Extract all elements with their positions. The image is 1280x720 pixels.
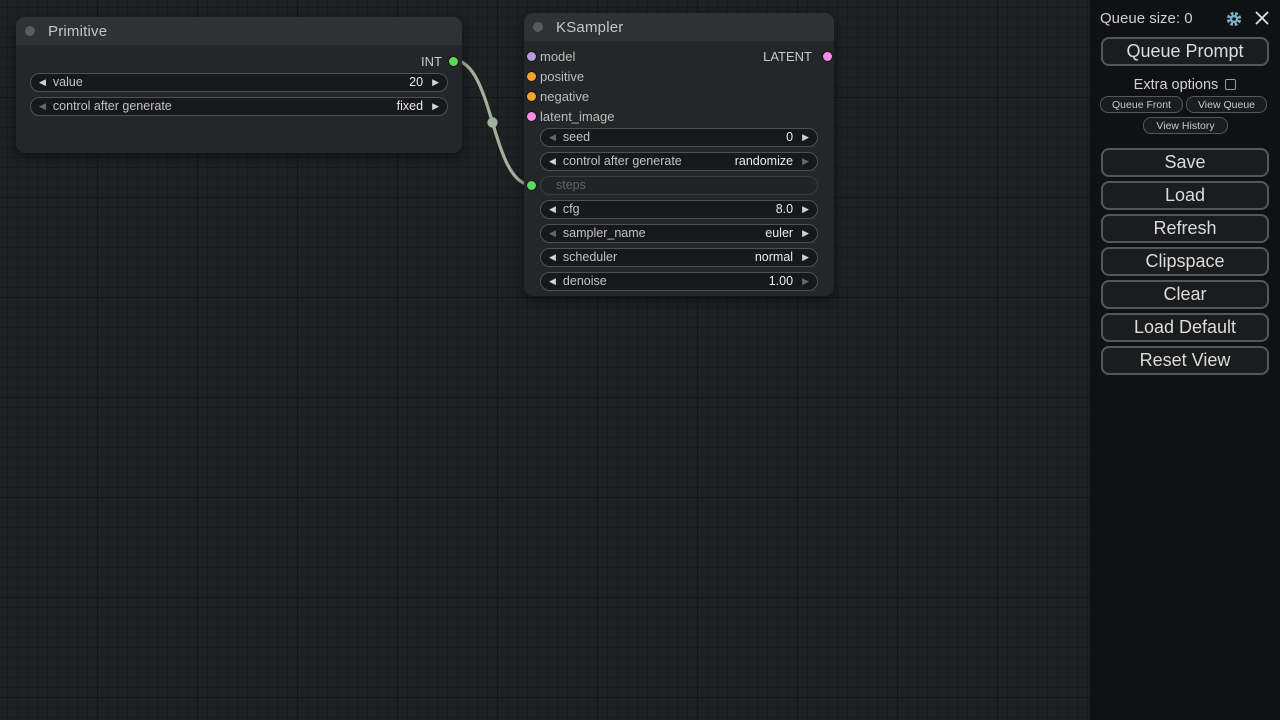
input-slot-steps[interactable]: [527, 181, 536, 190]
input-slot-model[interactable]: [527, 52, 536, 61]
output-slot-int[interactable]: [449, 57, 458, 66]
increment-arrow-icon[interactable]: ▶: [802, 157, 809, 166]
link-wire: [454, 60, 531, 185]
save-button[interactable]: Save: [1101, 148, 1269, 177]
widget-value-text: 0: [786, 130, 793, 144]
decrement-arrow-icon[interactable]: ◀: [549, 205, 556, 214]
increment-arrow-icon[interactable]: ▶: [802, 277, 809, 286]
decrement-arrow-icon[interactable]: ◀: [39, 78, 46, 87]
widget-label: scheduler: [563, 250, 755, 264]
widget-value-text: 1.00: [769, 274, 793, 288]
node-title: KSampler: [556, 19, 623, 36]
collapse-dot-icon[interactable]: [533, 22, 543, 32]
extra-options-checkbox[interactable]: [1225, 79, 1236, 90]
input-label: model: [540, 50, 575, 63]
input-slot-latent-image[interactable]: [527, 112, 536, 121]
input-label: positive: [540, 70, 584, 83]
queue-size-label: Queue size: 0: [1100, 10, 1193, 27]
widget-label: seed: [563, 130, 786, 144]
view-queue-button[interactable]: View Queue: [1186, 96, 1267, 113]
increment-arrow-icon[interactable]: ▶: [432, 78, 439, 87]
collapse-dot-icon[interactable]: [25, 26, 35, 36]
widget-sampler-name[interactable]: ◀ sampler_name euler ▶: [540, 224, 818, 243]
widget-value-text: 8.0: [776, 202, 793, 216]
widget-value-text: randomize: [735, 154, 793, 168]
widget-value-text: normal: [755, 250, 793, 264]
load-button[interactable]: Load: [1101, 181, 1269, 210]
extra-options-label: Extra options: [1134, 77, 1219, 93]
node-ksampler[interactable]: KSampler model positive negative latent_…: [524, 13, 834, 296]
increment-arrow-icon[interactable]: ▶: [802, 229, 809, 238]
output-label: LATENT: [742, 50, 812, 63]
widget-cfg[interactable]: ◀ cfg 8.0 ▶: [540, 200, 818, 219]
node-primitive-titlebar[interactable]: Primitive: [16, 17, 462, 45]
widget-scheduler[interactable]: ◀ scheduler normal ▶: [540, 248, 818, 267]
widget-value-text: fixed: [397, 99, 423, 113]
widget-label: denoise: [563, 274, 769, 288]
widget-label: sampler_name: [563, 226, 765, 240]
node-title: Primitive: [48, 23, 107, 40]
clear-button[interactable]: Clear: [1101, 280, 1269, 309]
decrement-arrow-icon[interactable]: ◀: [549, 229, 556, 238]
increment-arrow-icon[interactable]: ▶: [432, 102, 439, 111]
input-slot-negative[interactable]: [527, 92, 536, 101]
widget-label: steps: [556, 178, 809, 192]
decrement-arrow-icon[interactable]: ◀: [549, 253, 556, 262]
widget-value-text: 20: [409, 75, 423, 89]
increment-arrow-icon[interactable]: ▶: [802, 133, 809, 142]
node-primitive[interactable]: Primitive INT ◀ value 20 ▶ ◀ control aft…: [16, 17, 462, 153]
widget-denoise[interactable]: ◀ denoise 1.00 ▶: [540, 272, 818, 291]
decrement-arrow-icon[interactable]: ◀: [549, 157, 556, 166]
clipspace-button[interactable]: Clipspace: [1101, 247, 1269, 276]
input-slot-positive[interactable]: [527, 72, 536, 81]
widget-value[interactable]: ◀ value 20 ▶: [30, 73, 448, 92]
input-label: negative: [540, 90, 589, 103]
queue-prompt-button[interactable]: Queue Prompt: [1101, 37, 1269, 66]
widget-label: control after generate: [53, 99, 397, 113]
widget-steps-disabled: steps: [540, 176, 818, 195]
close-icon[interactable]: [1253, 9, 1271, 27]
decrement-arrow-icon[interactable]: ◀: [549, 277, 556, 286]
input-label: latent_image: [540, 110, 614, 123]
widget-seed[interactable]: ◀ seed 0 ▶: [540, 128, 818, 147]
widget-label: cfg: [563, 202, 776, 216]
widget-label: value: [53, 75, 409, 89]
widget-control-after-generate[interactable]: ◀ control after generate randomize ▶: [540, 152, 818, 171]
widget-value-text: euler: [765, 226, 793, 240]
graph-canvas[interactable]: Primitive INT ◀ value 20 ▶ ◀ control aft…: [0, 0, 1090, 720]
decrement-arrow-icon[interactable]: ◀: [39, 102, 46, 111]
extra-options-row: Extra options: [1090, 76, 1280, 93]
link-midpoint-dot[interactable]: [487, 117, 497, 127]
output-label: INT: [382, 55, 442, 68]
refresh-button[interactable]: Refresh: [1101, 214, 1269, 243]
queue-front-button[interactable]: Queue Front: [1100, 96, 1183, 113]
widget-control-after-generate[interactable]: ◀ control after generate fixed ▶: [30, 97, 448, 116]
view-history-button[interactable]: View History: [1143, 117, 1228, 134]
load-default-button[interactable]: Load Default: [1101, 313, 1269, 342]
increment-arrow-icon[interactable]: ▶: [802, 205, 809, 214]
widget-label: control after generate: [563, 154, 735, 168]
increment-arrow-icon[interactable]: ▶: [802, 253, 809, 262]
node-ksampler-titlebar[interactable]: KSampler: [524, 13, 834, 41]
settings-gear-icon[interactable]: [1224, 9, 1244, 29]
decrement-arrow-icon[interactable]: ◀: [549, 133, 556, 142]
output-slot-latent[interactable]: [823, 52, 832, 61]
reset-view-button[interactable]: Reset View: [1101, 346, 1269, 375]
